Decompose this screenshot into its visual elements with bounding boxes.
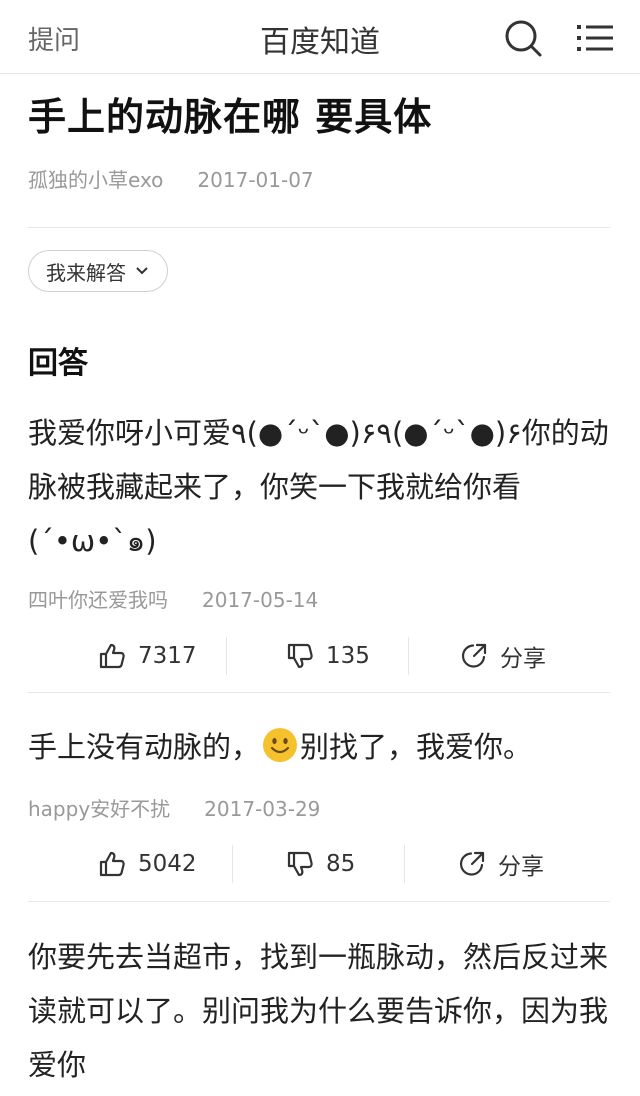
answer-question-button[interactable]: 我来解答 [28, 250, 168, 292]
share-button[interactable]: 分享 [458, 839, 544, 889]
like-count: 5042 [138, 851, 197, 877]
answers-section-title: 回答 [28, 346, 88, 381]
answer-date: 2017-05-14 [202, 588, 319, 612]
thumbs-up-icon [99, 851, 125, 877]
share-label: 分享 [500, 646, 546, 672]
divider [28, 692, 610, 693]
answer-date: 2017-03-29 [204, 797, 321, 821]
share-icon [461, 643, 487, 668]
top-bar: 提问 百度知道 [0, 0, 640, 74]
brand-title[interactable]: 百度知道 [260, 25, 380, 60]
answer-text: 手上没有动脉的， 别找了，我爱你。 [28, 720, 612, 774]
action-separator [404, 845, 405, 883]
menu-icon[interactable] [575, 18, 615, 58]
answer-actions: 5042 85 分享 [28, 839, 610, 889]
search-icon[interactable] [503, 18, 543, 58]
like-button[interactable]: 5042 [98, 839, 197, 889]
like-count: 7317 [138, 643, 197, 669]
answer-meta: happy安好不扰 2017-03-29 [28, 793, 320, 822]
action-separator [226, 637, 227, 675]
answer-text-part: 手上没有动脉的， [28, 730, 261, 764]
ask-question-link[interactable]: 提问 [28, 20, 80, 57]
chevron-down-icon [136, 267, 148, 275]
action-separator [408, 637, 409, 675]
answer-text: 你要先去当超市，找到一瓶脉动，然后反过来读就可以了。别问我为什么要告诉你，因为我… [28, 940, 609, 1082]
thumbs-up-icon [99, 643, 125, 669]
thumbs-down-icon [287, 643, 313, 669]
answer-author[interactable]: 四叶你还爱我吗 [28, 588, 168, 612]
share-label: 分享 [498, 854, 544, 880]
answer-actions: 7317 135 分享 [28, 631, 610, 681]
question-title: 手上的动脉在哪 要具体 [28, 95, 433, 139]
smiley-emoji-icon [263, 728, 298, 762]
answer-text: 我爱你呀小可爱٩(●´ᵕ`●)۶٩(●´ᵕ`●)۶你的动脉被我藏起来了，你笑一下… [28, 416, 609, 558]
answer-button-label: 我来解答 [46, 260, 126, 285]
dislike-button[interactable]: 135 [286, 631, 370, 681]
answer-author[interactable]: happy安好不扰 [28, 797, 170, 821]
answer-text-part: 别找了，我爱你。 [300, 730, 533, 764]
answer-meta: 四叶你还爱我吗 2017-05-14 [28, 584, 318, 613]
brand-title-container: 百度知道 [0, 17, 640, 61]
share-icon [459, 851, 485, 876]
question-author[interactable]: 孤独的小草exo [28, 168, 163, 192]
question-date: 2017-01-07 [197, 168, 314, 192]
question-meta: 孤独的小草exo 2017-01-07 [28, 164, 314, 193]
thumbs-down-icon [287, 851, 313, 877]
dislike-count: 135 [326, 643, 370, 669]
dislike-count: 85 [326, 851, 356, 877]
divider [28, 901, 610, 902]
share-button[interactable]: 分享 [460, 631, 546, 681]
like-button[interactable]: 7317 [98, 631, 197, 681]
dislike-button[interactable]: 85 [286, 839, 355, 889]
action-separator [232, 845, 233, 883]
divider [28, 227, 610, 228]
